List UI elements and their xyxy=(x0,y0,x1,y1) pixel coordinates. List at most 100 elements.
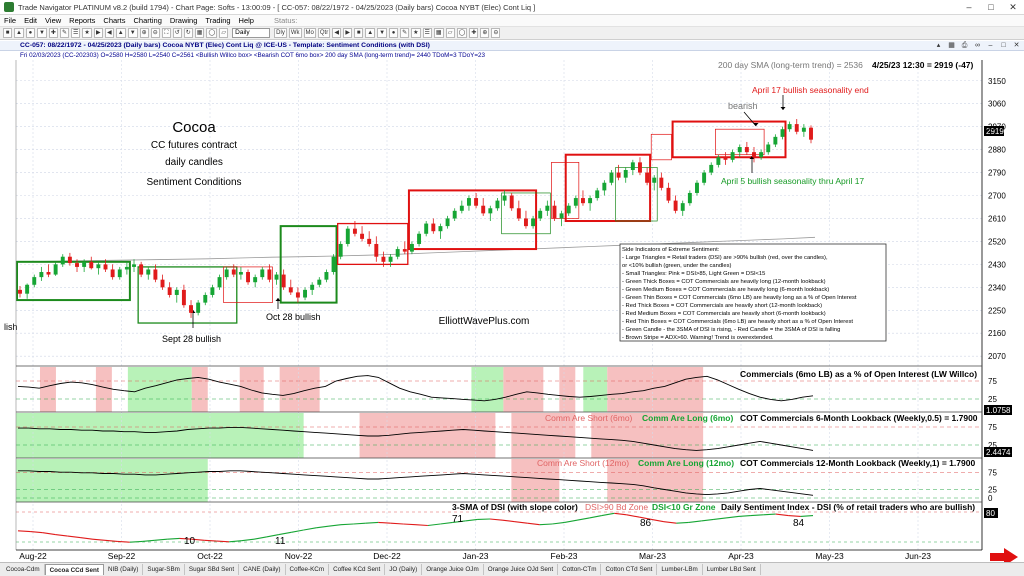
candle-body xyxy=(303,289,308,298)
tab-cocoa-ccd-sent[interactable]: Cocoa CCd Sent xyxy=(44,564,104,575)
menu-reports[interactable]: Reports xyxy=(65,16,99,25)
toolbar-tool-button[interactable]: ⊖ xyxy=(150,28,160,38)
pin-icon[interactable]: ▴ xyxy=(933,42,944,50)
annotation-bearish: bearish xyxy=(728,101,758,111)
minimize-icon[interactable]: – xyxy=(958,0,980,14)
toolbar-tool-button[interactable]: ↻ xyxy=(183,28,193,38)
tab-jo-daily-[interactable]: JO (Daily) xyxy=(385,564,423,575)
tab-sugar-sbm[interactable]: Sugar-SBm xyxy=(143,564,185,575)
chart-info-bar: Fri 02/03/2023 (CC-202303) O=2580 H=2580… xyxy=(0,51,1024,60)
candle-body xyxy=(274,274,279,280)
window-title: Trade Navigator PLATINUM v8.2 (build 179… xyxy=(18,2,536,12)
menu-drawing[interactable]: Drawing xyxy=(166,16,202,25)
tab-lumber-lbm[interactable]: Lumber-LBm xyxy=(657,564,703,575)
candle-body xyxy=(295,292,300,298)
dsi-line-segment xyxy=(92,538,106,541)
toolbar-tool-button[interactable]: ▱ xyxy=(445,28,455,38)
tab-coffee-kcd-sent[interactable]: Coffee KCd Sent xyxy=(329,564,386,575)
toolbar-tool-button[interactable]: ◯ xyxy=(456,28,468,38)
tab-nib-daily-[interactable]: NIB (Daily) xyxy=(104,564,144,575)
toolbar-tool-button[interactable]: ▲ xyxy=(365,28,376,38)
sentiment-band xyxy=(471,367,504,412)
toolbar-tool-button[interactable]: ☰ xyxy=(70,28,81,38)
toolbar-tool-button[interactable]: ● xyxy=(25,28,35,38)
menu-view[interactable]: View xyxy=(41,16,65,25)
minimize-icon[interactable]: – xyxy=(985,42,996,50)
tab-cotton-ctd-sent[interactable]: Cotton CTd Sent xyxy=(601,564,658,575)
toolbar-period-button[interactable]: Mo xyxy=(303,28,316,38)
menu-charting[interactable]: Charting xyxy=(130,16,166,25)
toolbar-tool-button[interactable]: ⊖ xyxy=(491,28,501,38)
tab-orange-juice-ojm[interactable]: Orange Juice OJm xyxy=(422,564,484,575)
candle-body xyxy=(566,205,571,214)
toolbar-tool-button[interactable]: ✚ xyxy=(469,28,479,38)
toolbar-tool-button[interactable]: ▦ xyxy=(433,28,444,38)
toolbar-tool-button[interactable]: ★ xyxy=(82,28,92,38)
candle-body xyxy=(616,172,621,178)
cot-box xyxy=(407,189,538,251)
print-icon[interactable]: ⎙ xyxy=(959,42,970,50)
candle-body xyxy=(509,195,514,209)
toolbar-tool-button[interactable]: ✚ xyxy=(48,28,58,38)
dsi-line-segment xyxy=(316,525,329,529)
toolbar-tool-button[interactable]: ● xyxy=(389,28,399,38)
dsi-line-segment xyxy=(241,538,255,542)
toolbar-tool-button[interactable]: ★ xyxy=(411,28,421,38)
toolbar-tool-button[interactable]: ▲ xyxy=(14,28,24,38)
maximize-icon[interactable]: □ xyxy=(980,0,1002,14)
menu-help[interactable]: Help xyxy=(235,16,258,25)
toolbar-tool-button[interactable]: ◀ xyxy=(332,28,342,38)
toolbar-tool-button[interactable]: ▼ xyxy=(127,28,138,38)
toolbar-tool-button[interactable]: ▶ xyxy=(93,28,103,38)
restore-icon[interactable]: □ xyxy=(998,42,1009,50)
toolbar-tool-button[interactable]: ⊕ xyxy=(480,28,490,38)
toolbar-tool-button[interactable]: ↺ xyxy=(172,28,182,38)
close-icon[interactable]: ✕ xyxy=(1002,0,1024,14)
toolbar-tool-button[interactable]: ■ xyxy=(3,28,12,38)
tab-lumber-lbd-sent[interactable]: Lumber LBd Sent xyxy=(703,564,761,575)
tab-orange-juice-ojd-sent[interactable]: Orange Juice OJd Sent xyxy=(484,564,559,575)
toolbar-tool-button[interactable]: ☰ xyxy=(422,28,432,38)
toolbar-tool-button[interactable]: ▶ xyxy=(343,28,353,38)
toolbar-period-button[interactable]: Qtr xyxy=(317,28,331,38)
toolbar-period-button[interactable]: Dly xyxy=(274,28,287,38)
link-icon[interactable]: ∞ xyxy=(972,42,983,50)
toolbar-tool-button[interactable]: ▲ xyxy=(115,28,126,38)
toolbar-tool-button[interactable]: ✎ xyxy=(400,28,410,38)
toolbar-tool-button[interactable]: ▼ xyxy=(36,28,47,38)
grid-icon[interactable]: ▦ xyxy=(946,42,957,50)
menu-trading[interactable]: Trading xyxy=(201,16,234,25)
toolbar-tool-button[interactable]: ▱ xyxy=(219,28,229,38)
price-chart[interactable]: 200 day SMA (long-term trend) = 2536 4/2… xyxy=(0,60,1024,562)
scroll-right-arrow-icon[interactable] xyxy=(990,548,1018,562)
close-icon[interactable]: ✕ xyxy=(1011,42,1022,50)
panel2-title: COT Commercials 6-Month Lookback (Weekly… xyxy=(740,413,978,423)
tab-cocoa-cdm[interactable]: Cocoa-Cdm xyxy=(2,564,45,575)
toolbar-tool-button[interactable]: ◯ xyxy=(206,28,218,38)
toolbar-tool-button[interactable]: ✎ xyxy=(59,28,69,38)
tab-cotton-ctm[interactable]: Cotton-CTm xyxy=(558,564,602,575)
time-tick-label: Feb-23 xyxy=(551,551,578,561)
menu-edit[interactable]: Edit xyxy=(20,16,41,25)
candle-body xyxy=(488,208,493,214)
tab-cane-daily-[interactable]: CANE (Daily) xyxy=(239,564,286,575)
toolbar-tool-button[interactable]: ⊕ xyxy=(139,28,149,38)
candle-body xyxy=(680,203,685,211)
toolbar-tool-button[interactable]: ◀ xyxy=(104,28,114,38)
price-tick-label: 2610 xyxy=(988,214,1006,223)
candle-body xyxy=(424,223,429,234)
candle-body xyxy=(267,269,272,280)
menu-charts[interactable]: Charts xyxy=(99,16,129,25)
tab-sugar-sbd-sent[interactable]: Sugar SBd Sent xyxy=(185,564,240,575)
menu-file[interactable]: File xyxy=(0,16,20,25)
candle-body xyxy=(716,157,721,165)
period-select[interactable]: Daily xyxy=(232,28,271,38)
toolbar-tool-button[interactable]: ■ xyxy=(354,28,364,38)
dsi-line-segment xyxy=(601,512,615,517)
candle-body xyxy=(402,249,407,252)
toolbar-tool-button[interactable]: ▼ xyxy=(377,28,388,38)
toolbar-period-button[interactable]: Wk xyxy=(288,28,302,38)
toolbar-tool-button[interactable]: ⛶ xyxy=(161,28,171,38)
tab-coffee-kcm[interactable]: Coffee-KCm xyxy=(286,564,330,575)
toolbar-tool-button[interactable]: ▦ xyxy=(194,28,205,38)
